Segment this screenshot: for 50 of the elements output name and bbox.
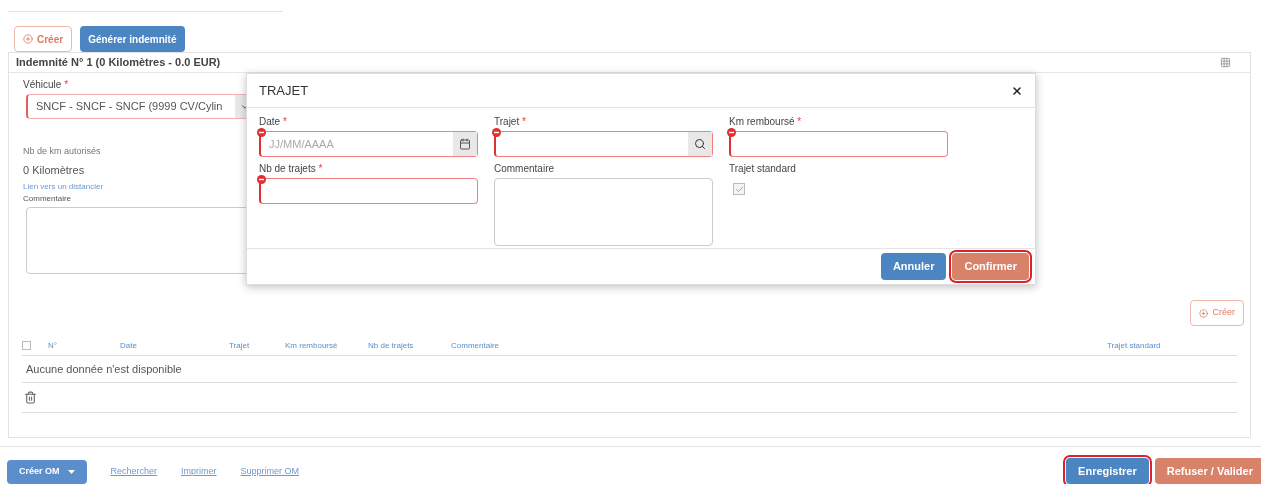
plus-icon [1199,308,1209,318]
trash-icon[interactable] [24,391,37,404]
error-icon [257,175,266,184]
column-header[interactable]: Date [120,339,229,352]
field-label: Trajet * [494,116,527,128]
action-button[interactable]: Annuler [880,253,947,280]
input-field[interactable] [729,131,948,157]
caret-icon [67,470,75,474]
footer-link[interactable]: Supprimer OM [240,464,300,478]
field-label: Nb de km autorisés [23,145,102,158]
create-button[interactable]: Créer [1190,300,1244,326]
checkbox[interactable] [22,341,31,350]
footer-link[interactable]: Rechercher [110,464,158,478]
field-label: Km remboursé * [729,116,803,128]
checkbox[interactable] [733,183,745,195]
plus-icon [23,34,33,44]
error-icon [492,128,501,137]
field-label: Trajet standard [729,163,797,175]
date-field[interactable]: JJ/MM/AAAA [259,131,478,157]
input-field[interactable] [259,178,478,204]
footer-link[interactable]: Imprimer [181,464,217,478]
action-button[interactable]: Enregistrer [1066,458,1149,484]
dialog-title: TRAJET [259,81,309,100]
column-header[interactable]: Trajet standard [1107,339,1237,352]
error-icon [257,128,266,137]
comment-field[interactable] [494,178,713,246]
search-field[interactable] [494,131,713,157]
error-icon [727,128,736,137]
action-button[interactable]: Confirmer [952,253,1029,280]
calendar-icon[interactable] [459,138,471,150]
column-header[interactable]: Trajet [229,339,285,352]
column-header[interactable]: Km remboursé [285,339,368,352]
grid-icon[interactable] [1220,57,1231,68]
column-header[interactable]: Nb de trajets [368,339,451,352]
field-label: Date * [259,116,288,128]
field-label: Véhicule * [23,79,70,91]
create-om-button[interactable]: Créer OM [7,460,87,484]
check-icon [734,184,744,194]
column-header[interactable]: Commentaire [451,339,1107,352]
field-label: Commentaire [23,193,72,205]
create-button[interactable]: Créer [14,26,73,52]
panel-title: Indemnité N° 1 (0 Kilomètres - 0.0 EUR) [16,55,221,71]
close-icon[interactable] [1011,84,1023,97]
generate-button[interactable]: Générer indemnité [80,26,185,52]
search-icon[interactable] [694,138,706,150]
column-header[interactable]: N° [48,339,120,352]
field-label: Commentaire [494,163,556,175]
field-label: Nb de trajets * [259,163,324,175]
empty-message: Aucune donnée n'est disponible [26,361,182,377]
action-button[interactable]: Refuser / Valider [1154,458,1261,484]
